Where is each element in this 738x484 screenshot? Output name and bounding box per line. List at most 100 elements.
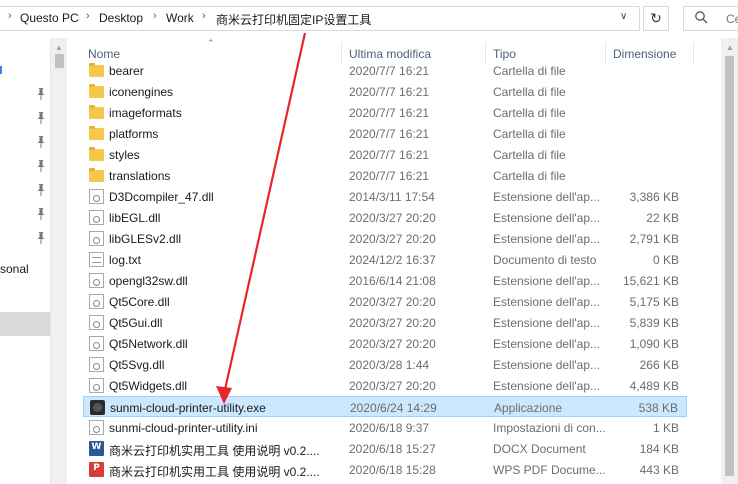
- file-row[interactable]: D3Dcompiler_47.dll 2014/3/11 17:54 Estensi…: [83, 186, 687, 207]
- sort-ascending-icon: ⌃: [207, 38, 215, 48]
- breadcrumb-desktop[interactable]: Desktop: [99, 11, 143, 25]
- chevron-right-icon[interactable]: ›: [8, 10, 12, 22]
- pin-icon[interactable]: [36, 88, 46, 100]
- file-modified: 2024/12/2 16:37: [349, 253, 436, 267]
- file-row[interactable]: Qt5Network.dll 2020/3/27 20:20 Estensione …: [83, 333, 687, 354]
- file-type: Estensione dell'ap...: [493, 211, 601, 225]
- breadcrumb-current-folder[interactable]: 商米云打印机固定IP设置工具: [216, 11, 371, 28]
- file-row[interactable]: iconengines 2020/7/7 16:21 Cartella di fil…: [83, 81, 687, 102]
- file-row[interactable]: Qt5Svg.dll 2020/3/28 1:44 Estensione dell'…: [83, 354, 687, 375]
- pin-icon[interactable]: [36, 184, 46, 196]
- file-name: imageformats: [109, 106, 182, 120]
- file-name: Qt5Network.dll: [109, 337, 188, 351]
- file-name: D3Dcompiler_47.dll: [109, 190, 214, 204]
- file-row[interactable]: platforms 2020/7/7 16:21 Cartella di file: [83, 123, 687, 144]
- file-size: 2,791 KB: [629, 232, 679, 246]
- file-size: 443 KB: [639, 463, 679, 477]
- column-header-size[interactable]: Dimensione: [613, 47, 676, 61]
- file-row[interactable]: sunmi-cloud-printer-utility.ini 2020/6/18…: [83, 417, 687, 438]
- file-row[interactable]: styles 2020/7/7 16:21 Cartella di file: [83, 144, 687, 165]
- file-type: Documento di testo: [493, 253, 597, 267]
- chevron-right-icon[interactable]: ›: [202, 10, 206, 22]
- file-type: Cartella di file: [493, 169, 566, 183]
- nav-item-selected[interactable]: [0, 312, 50, 336]
- dll-icon: [89, 336, 104, 351]
- file-name: platforms: [109, 127, 159, 141]
- file-row[interactable]: Qt5Widgets.dll 2020/3/27 20:20 Estensione …: [83, 375, 687, 396]
- pin-icon[interactable]: [36, 112, 46, 124]
- pin-icon[interactable]: [36, 160, 46, 172]
- chevron-right-icon[interactable]: ›: [86, 10, 90, 22]
- file-modified: 2020/7/7 16:21: [349, 85, 430, 99]
- pin-icon[interactable]: [36, 232, 46, 244]
- folder-icon: [89, 105, 104, 119]
- refresh-button[interactable]: ↻: [643, 6, 669, 31]
- file-list-scrollbar[interactable]: ▲: [721, 38, 738, 484]
- folder-icon: [89, 147, 104, 161]
- pin-icon[interactable]: [36, 136, 46, 148]
- file-type: Applicazione: [494, 401, 563, 415]
- file-size: 184 KB: [639, 442, 679, 456]
- file-name: log.txt: [109, 253, 142, 267]
- chevron-right-icon[interactable]: ›: [153, 10, 157, 22]
- file-name: 商米云打印机实用工具 使用说明 v0.2....: [109, 444, 320, 458]
- file-type: Estensione dell'ap...: [493, 337, 601, 351]
- dll-icon: [89, 315, 104, 330]
- scroll-up-icon[interactable]: ▲: [726, 43, 734, 52]
- breadcrumb-questo-pc[interactable]: Questo PC: [20, 11, 79, 25]
- column-header-modified[interactable]: Ultima modifica: [349, 47, 431, 61]
- file-row[interactable]: opengl32sw.dll 2016/6/14 21:08 Estensione …: [83, 270, 687, 291]
- file-modified: 2020/3/27 20:20: [349, 316, 436, 330]
- file-modified: 2020/6/18 15:27: [349, 442, 436, 456]
- file-type: Cartella di file: [493, 85, 566, 99]
- search-box[interactable]: Ce: [683, 6, 738, 31]
- nav-scrollbar-thumb[interactable]: [55, 54, 64, 68]
- file-size: 5,839 KB: [629, 316, 679, 330]
- file-row[interactable]: libEGL.dll 2020/3/27 20:20 Estensione dell…: [83, 207, 687, 228]
- pin-icon[interactable]: [36, 208, 46, 220]
- file-row[interactable]: sunmi-cloud-printer-utility.exe 2020/6/24…: [83, 396, 687, 417]
- file-row[interactable]: Qt5Core.dll 2020/3/27 20:20 Estensione del…: [83, 291, 687, 312]
- file-modified: 2020/7/7 16:21: [349, 64, 430, 78]
- file-row[interactable]: translations 2020/7/7 16:21 Cartella di fi…: [83, 165, 687, 186]
- breadcrumb-work[interactable]: Work: [166, 11, 194, 25]
- file-name: bearer: [109, 64, 144, 78]
- file-row[interactable]: log.txt 2024/12/2 16:37 Documento di testo…: [83, 249, 687, 270]
- file-name: Qt5Svg.dll: [109, 358, 165, 372]
- dll-icon: [89, 294, 104, 309]
- column-header-type[interactable]: Tipo: [493, 47, 516, 61]
- file-type: Cartella di file: [493, 64, 566, 78]
- file-row[interactable]: W 商米云打印机实用工具 使用说明 v0.2.... 2020/6/18 15:27…: [83, 438, 687, 459]
- folder-icon: [89, 126, 104, 140]
- file-type: Estensione dell'ap...: [493, 190, 601, 204]
- file-row[interactable]: P 商米云打印机实用工具 使用说明 v0.2.... 2020/6/18 15:28…: [83, 459, 687, 480]
- file-size: 0 KB: [652, 253, 679, 267]
- dll-icon: [89, 231, 104, 246]
- file-list-scrollbar-thumb[interactable]: [725, 56, 734, 476]
- column-divider[interactable]: [693, 42, 694, 64]
- file-type: Estensione dell'ap...: [493, 232, 601, 246]
- address-dropdown-icon[interactable]: ∨: [620, 11, 627, 22]
- file-modified: 2020/7/7 16:21: [349, 127, 430, 141]
- column-header-name[interactable]: Nome: [88, 47, 120, 61]
- file-size: 538 KB: [638, 401, 678, 415]
- file-type: WPS PDF Docume...: [493, 463, 606, 477]
- file-name: Qt5Gui.dll: [109, 316, 163, 330]
- file-type: Estensione dell'ap...: [493, 358, 601, 372]
- folder-icon: [89, 84, 104, 98]
- file-row[interactable]: libGLESv2.dll 2020/3/27 20:20 Estensione d…: [83, 228, 687, 249]
- nav-scrollbar[interactable]: ▲: [50, 38, 67, 484]
- file-type: Estensione dell'ap...: [493, 295, 601, 309]
- search-placeholder: Ce: [726, 12, 738, 26]
- file-row[interactable]: Qt5Gui.dll 2020/3/27 20:20 Estensione dell…: [83, 312, 687, 333]
- nav-item-label[interactable]: sonal: [0, 262, 29, 276]
- file-modified: 2020/6/18 15:28: [349, 463, 436, 477]
- scroll-up-icon[interactable]: ▲: [55, 43, 63, 52]
- address-bar[interactable]: › Questo PC › Desktop › Work › 商米云打印机固定I…: [0, 6, 640, 31]
- navigation-pane[interactable]: sonal: [0, 38, 50, 484]
- file-type: DOCX Document: [493, 442, 586, 456]
- file-type: Estensione dell'ap...: [493, 379, 601, 393]
- file-modified: 2020/6/18 9:37: [349, 421, 430, 435]
- file-row[interactable]: imageformats 2020/7/7 16:21 Cartella di fi…: [83, 102, 687, 123]
- file-row[interactable]: bearer 2020/7/7 16:21 Cartella di file: [83, 60, 687, 81]
